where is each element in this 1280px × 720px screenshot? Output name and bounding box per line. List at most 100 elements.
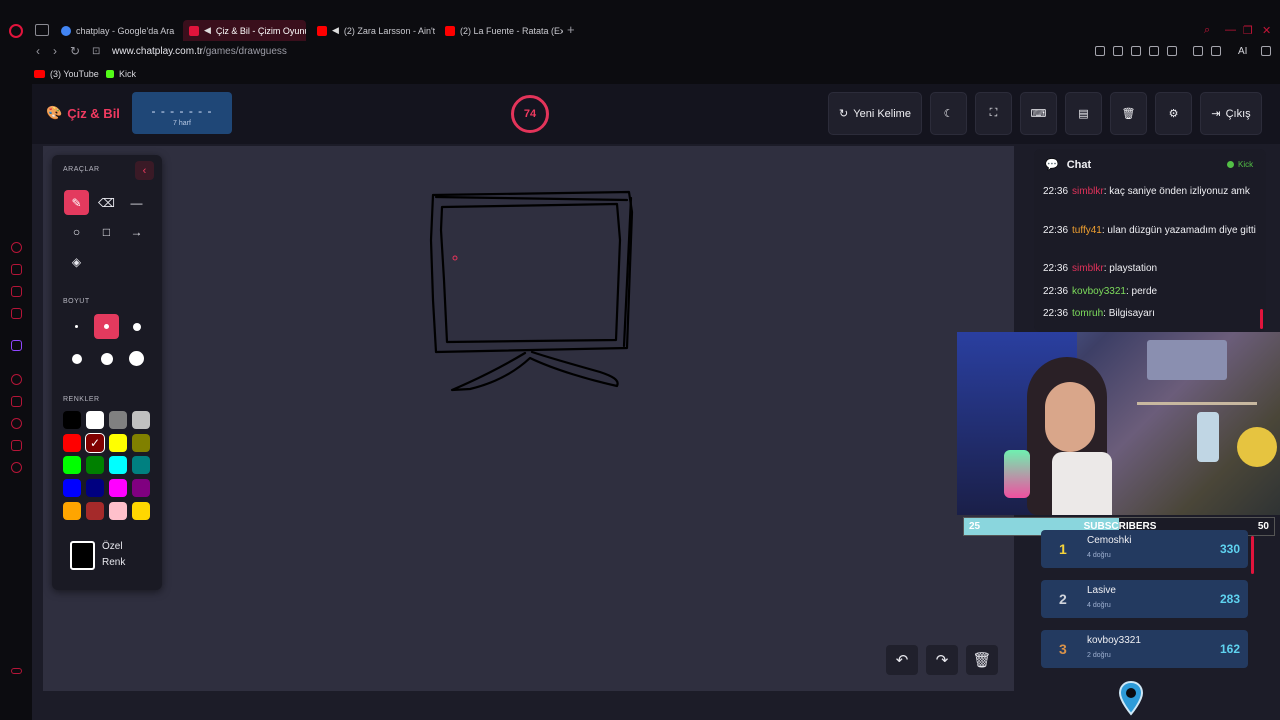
tab-menu-icon[interactable] — [35, 24, 49, 36]
size-option-6[interactable] — [124, 346, 149, 371]
line-tool[interactable]: — — [124, 190, 149, 215]
size-option-5[interactable] — [94, 346, 119, 371]
clear-canvas-button[interactable]: 🗑 — [966, 645, 998, 675]
drawing-canvas[interactable] — [43, 146, 1014, 691]
color-swatch[interactable] — [63, 434, 81, 452]
snapshot-icon[interactable] — [1113, 46, 1123, 56]
color-swatch[interactable] — [86, 456, 104, 474]
tab-la-fuente[interactable]: (2) La Fuente - Ratata (Ext — [439, 20, 563, 41]
back-icon[interactable]: ‹ — [36, 44, 40, 58]
reload-icon[interactable]: ↻ — [70, 44, 80, 58]
undo-button[interactable]: ↶ — [886, 645, 918, 675]
download-icon[interactable] — [1211, 46, 1221, 56]
adblock-icon[interactable] — [1131, 46, 1141, 56]
color-swatch[interactable] — [132, 456, 150, 474]
size-option-1[interactable] — [64, 314, 89, 339]
circle-tool[interactable]: ○ — [64, 219, 89, 244]
color-swatch[interactable] — [132, 434, 150, 452]
chat-user[interactable]: simblkr — [1072, 186, 1104, 197]
custom-color-swatch[interactable] — [70, 541, 95, 570]
color-swatch[interactable] — [109, 411, 127, 429]
color-swatch[interactable] — [63, 502, 81, 520]
size-option-4[interactable] — [64, 346, 89, 371]
chat-user[interactable]: kovboy3321 — [1072, 286, 1126, 297]
leaderboard-scrollbar[interactable] — [1251, 536, 1254, 574]
settings-button[interactable]: ⚙ — [1155, 92, 1192, 135]
fill-tool[interactable]: ◈ — [64, 249, 89, 274]
whatsapp-icon[interactable] — [11, 308, 22, 319]
fullscreen-button[interactable]: ⛶ — [975, 92, 1012, 135]
brush-tool[interactable]: ✎ — [64, 190, 89, 215]
profile-icon[interactable] — [1193, 46, 1203, 56]
chat-user[interactable]: simblkr — [1072, 263, 1104, 274]
size-dot — [129, 351, 144, 366]
color-swatch[interactable] — [86, 411, 104, 429]
maximize-icon[interactable]: ❐ — [1243, 24, 1253, 37]
url-field[interactable]: www.chatplay.com.tr/games/drawguess — [112, 46, 287, 57]
color-swatch[interactable] — [109, 479, 127, 497]
bookmark-kick[interactable]: Kick — [106, 69, 136, 79]
ai-button[interactable]: AI — [1238, 46, 1247, 57]
color-swatch[interactable] — [109, 502, 127, 520]
menu-icon[interactable] — [1261, 46, 1271, 56]
collapse-panel-button[interactable]: ‹ — [135, 161, 154, 180]
player-sidebar-icon[interactable] — [11, 374, 22, 385]
color-swatch[interactable] — [109, 456, 127, 474]
color-swatch[interactable]: ✓ — [85, 433, 105, 453]
color-swatch[interactable] — [86, 479, 104, 497]
size-option-3[interactable] — [124, 314, 149, 339]
minimize-icon[interactable]: — — [1225, 24, 1236, 36]
settings-sidebar-icon[interactable] — [11, 462, 22, 473]
tab-ciz-bil[interactable]: ◀ Çiz & Bil - Çizim Oyunu — [183, 20, 306, 41]
forward-icon[interactable]: › — [53, 44, 57, 58]
subscribers-goal: 50 — [1257, 521, 1269, 532]
aria-icon[interactable] — [11, 242, 22, 253]
new-tab-button[interactable]: + — [567, 22, 575, 37]
heart-icon[interactable] — [1167, 46, 1177, 56]
dark-mode-button[interactable]: ☾ — [930, 92, 967, 135]
eraser-tool[interactable]: ⌫ — [94, 190, 119, 215]
color-swatch[interactable] — [63, 411, 81, 429]
chat-text: : playstation — [1103, 263, 1158, 274]
extensions-icon[interactable] — [11, 440, 22, 451]
pin-icon[interactable] — [11, 396, 22, 407]
keyboard-button[interactable]: ⌨ — [1020, 92, 1057, 135]
size-option-2[interactable] — [94, 314, 119, 339]
bookmark-youtube[interactable]: (3) YouTube — [34, 69, 99, 79]
rectangle-tool[interactable]: □ — [94, 219, 119, 244]
tab-google[interactable]: chatplay - Google'da Ara — [55, 20, 179, 41]
brand[interactable]: 🎨 Çiz & Bil — [46, 105, 120, 121]
player-icon[interactable] — [1149, 46, 1159, 56]
color-swatch[interactable] — [86, 502, 104, 520]
color-swatch[interactable] — [109, 434, 127, 452]
color-swatch[interactable] — [132, 411, 150, 429]
close-window-icon[interactable]: ✕ — [1262, 24, 1271, 37]
bookmark-icon[interactable] — [1095, 46, 1105, 56]
messenger-icon[interactable] — [11, 286, 22, 297]
search-tabs-icon[interactable]: ⌕ — [1204, 24, 1210, 37]
color-swatch[interactable] — [132, 479, 150, 497]
twitch-icon[interactable] — [11, 340, 22, 351]
redo-button[interactable]: ↷ — [926, 645, 958, 675]
chat-scrollbar[interactable] — [1260, 309, 1263, 329]
color-swatch[interactable] — [132, 502, 150, 520]
sidebar-setup-icon[interactable] — [11, 668, 22, 674]
opera-logo-icon[interactable] — [9, 24, 23, 38]
chat-message: 22:36 kovboy3321: perde — [1043, 284, 1258, 299]
leaderboard-rank: 2 — [1059, 591, 1067, 607]
history-icon[interactable] — [11, 418, 22, 429]
exit-button[interactable]: ⇥ Çıkış — [1200, 92, 1262, 135]
tab-zara-larsson[interactable]: ◀ (2) Zara Larsson - Ain't — [311, 20, 435, 41]
delete-button[interactable]: 🗑 — [1110, 92, 1147, 135]
chat-user[interactable]: tuffy41 — [1072, 225, 1102, 236]
color-swatch[interactable] — [63, 456, 81, 474]
archive-button[interactable]: ▤ — [1065, 92, 1102, 135]
lock-icon[interactable]: ⊡ — [92, 46, 100, 57]
arrow-tool[interactable]: → — [124, 219, 149, 244]
custom-color-label[interactable]: Özel Renk — [102, 539, 125, 571]
instagram-icon[interactable] — [11, 264, 22, 275]
chat-message: 22:36 simblkr: kaç saniye önden izliyonuz… — [1043, 184, 1258, 199]
new-word-button[interactable]: ↻ Yeni Kelime — [828, 92, 922, 135]
chat-user[interactable]: tomruh — [1072, 308, 1103, 319]
color-swatch[interactable] — [63, 479, 81, 497]
